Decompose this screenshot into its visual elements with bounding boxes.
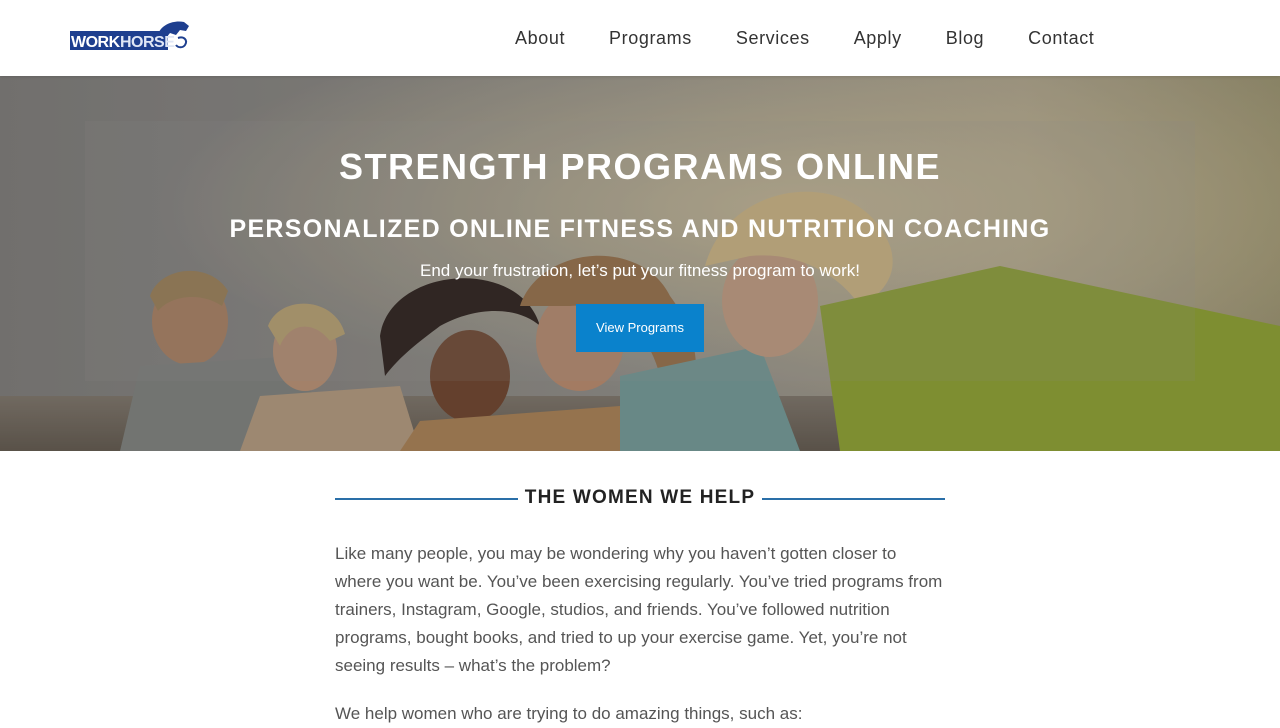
intro-paragraph: Like many people, you may be wondering w…	[335, 544, 943, 675]
site-logo[interactable]: WORK HORSE	[70, 18, 190, 54]
hero-subtitle: PERSONALIZED ONLINE FITNESS AND NUTRITIO…	[229, 215, 1051, 243]
nav-services[interactable]: Services	[714, 0, 832, 76]
svg-text:WORK: WORK	[71, 34, 121, 51]
nav-contact[interactable]: Contact	[1006, 0, 1116, 76]
hero-banner: STRENGTH PROGRAMS ONLINE PERSONALIZED ON…	[0, 76, 1280, 451]
nav-apply[interactable]: Apply	[832, 0, 924, 76]
site-header: WORK HORSE About Programs Services Apply…	[0, 0, 1280, 76]
main-nav: About Programs Services Apply Blog Conta…	[493, 0, 1116, 76]
hero-content: STRENGTH PROGRAMS ONLINE PERSONALIZED ON…	[0, 76, 1280, 451]
section-heading: THE WOMEN WE HELP	[335, 487, 945, 511]
nav-about[interactable]: About	[493, 0, 587, 76]
hero-title: STRENGTH PROGRAMS ONLINE	[338, 146, 941, 187]
view-programs-button[interactable]: View Programs	[576, 304, 704, 352]
svg-text:HORSE: HORSE	[120, 34, 175, 51]
horse-logo-icon: WORK HORSE	[70, 21, 189, 51]
nav-blog[interactable]: Blog	[924, 0, 1006, 76]
nav-programs[interactable]: Programs	[587, 0, 714, 76]
section-title: THE WOMEN WE HELP	[524, 487, 756, 508]
list-intro-paragraph: We help women who are trying to do amazi…	[335, 704, 803, 723]
hero-tagline: End your frustration, let’s put your fit…	[420, 261, 860, 280]
heading-rule-right	[762, 498, 945, 500]
heading-rule-left	[335, 498, 518, 500]
